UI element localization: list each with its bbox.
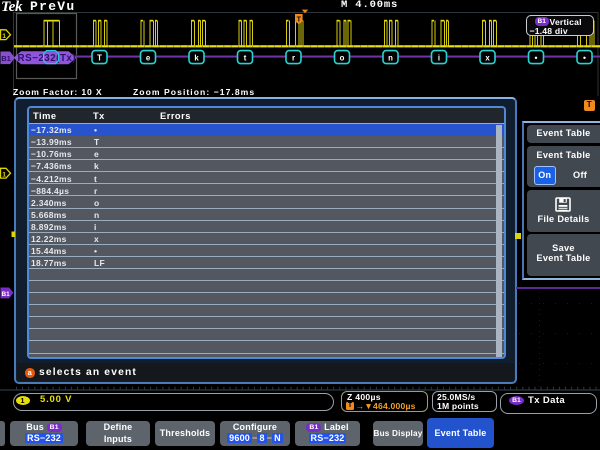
svg-text:t: t xyxy=(244,54,247,63)
svg-text:e: e xyxy=(146,54,151,63)
svg-text:T: T xyxy=(297,15,302,24)
svg-text:RS−232(Tx): RS−232(Tx) xyxy=(18,53,77,64)
svg-text:o: o xyxy=(340,54,345,63)
svg-text:i: i xyxy=(438,54,440,63)
svg-text:n: n xyxy=(388,54,393,63)
svg-text:•: • xyxy=(583,53,586,63)
svg-text:•: • xyxy=(535,53,538,63)
svg-text:k: k xyxy=(194,54,199,63)
svg-text:x: x xyxy=(485,54,490,63)
svg-text:1: 1 xyxy=(2,171,6,178)
svg-text:T: T xyxy=(97,54,102,63)
svg-text:B1: B1 xyxy=(1,54,11,63)
svg-text:B1: B1 xyxy=(2,291,11,298)
svg-text:1: 1 xyxy=(2,33,6,40)
svg-text:r: r xyxy=(292,54,295,63)
